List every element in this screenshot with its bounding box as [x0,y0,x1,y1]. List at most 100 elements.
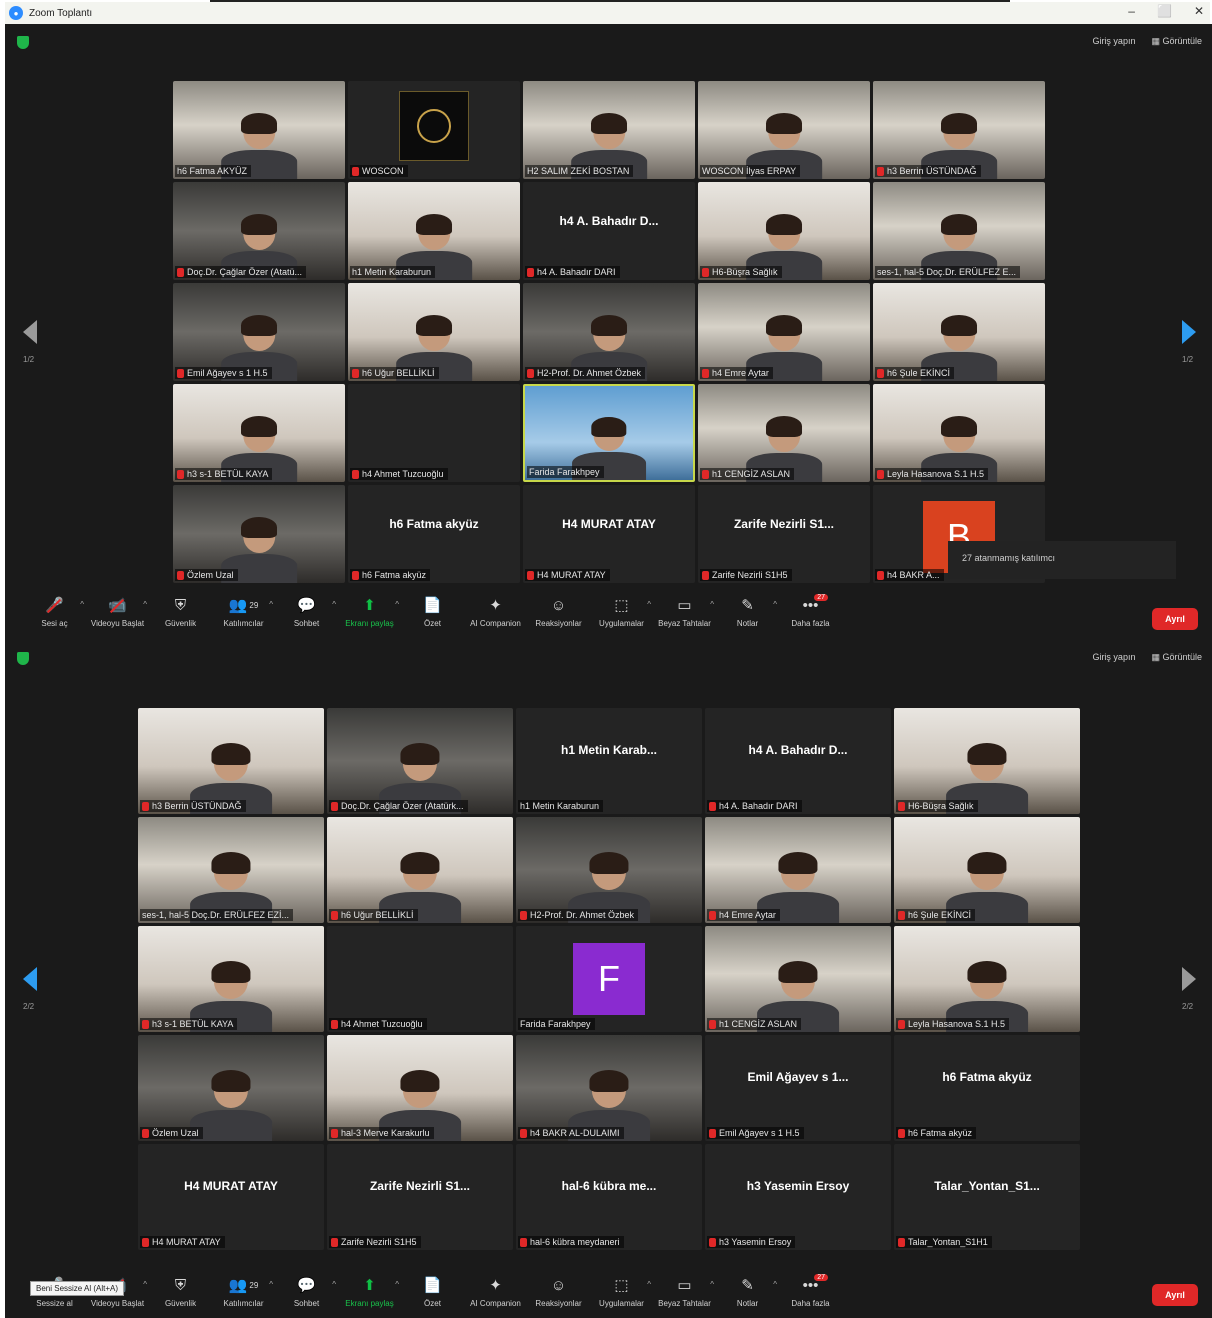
summary-button[interactable]: 📄 Özet [401,590,464,629]
participant-tile[interactable]: Zarife Nezirli S1... Zarife Nezirli S1H5 [698,485,870,583]
summary-button[interactable]: 📄 Özet [401,1270,464,1309]
caret-up-icon[interactable]: ^ [773,600,777,609]
leave-button[interactable]: Ayrıl [1152,608,1198,630]
video-button[interactable]: 📹Videoyu Başlat^ [86,590,149,629]
participant-tile[interactable]: H6-Büşra Sağlık [698,182,870,280]
security-button[interactable]: ⛨ Güvenlik [149,590,212,629]
participant-tile[interactable]: Özlem Uzal [138,1035,324,1141]
encryption-shield-icon[interactable] [17,652,29,665]
caret-up-icon[interactable]: ^ [80,600,84,609]
next-page-arrow-icon[interactable] [1182,320,1196,344]
maximize-button[interactable]: ⬜ [1157,4,1172,18]
next-page-arrow-icon[interactable] [1182,967,1196,991]
exit-fullscreen-button[interactable]: Giriş yapın [1092,652,1135,663]
share-button[interactable]: ⬆ Ekranı paylaş ^ [338,590,401,629]
participant-tile[interactable]: Emil Ağayev s 1... Emil Ağayev s 1 H.5 [705,1035,891,1141]
caret-up-icon[interactable]: ^ [269,600,273,609]
ai-button[interactable]: ✦ AI Companion [464,1270,527,1309]
whiteboard-button[interactable]: ▭ Beyaz Tahtalar ^ [653,590,716,629]
view-button[interactable]: ▦ Görüntüle [1151,652,1202,663]
caret-up-icon[interactable]: ^ [710,1280,714,1289]
participant-tile[interactable]: Emil Ağayev s 1 H.5 [173,283,345,381]
participant-tile[interactable]: h6 Fatma AKYÜZ [173,81,345,179]
participant-tile[interactable]: h6 Şule EKİNCİ [873,283,1045,381]
caret-up-icon[interactable]: ^ [332,1280,336,1289]
exit-fullscreen-button[interactable]: Giriş yapın [1092,36,1135,47]
participant-tile[interactable]: ses-1, hal-5 Doç.Dr. ERÜLFEZ E... [873,182,1045,280]
unassigned-participants-popup[interactable]: 27 atanmamış katılımcı [948,541,1176,579]
chat-button[interactable]: 💬 Sohbet ^ [275,1270,338,1309]
participant-tile[interactable]: F Farida Farakhpey [516,926,702,1032]
participant-tile[interactable]: h4 BAKR AL-DULAIMI [516,1035,702,1141]
participant-tile[interactable]: Farida Farakhpey [523,384,695,482]
participant-tile[interactable]: h3 Yasemin Ersoy h3 Yasemin Ersoy [705,1144,891,1250]
chat-button[interactable]: 💬 Sohbet ^ [275,590,338,629]
previous-page-arrow-icon[interactable] [23,320,37,344]
participant-tile[interactable]: h3 Berrin ÜSTÜNDAĞ [873,81,1045,179]
reactions-button[interactable]: ☺ Reaksiyonlar [527,1270,590,1309]
close-button[interactable]: ✕ [1194,4,1204,18]
participant-tile[interactable]: Leyla Hasanova S.1 H.5 [894,926,1080,1032]
caret-up-icon[interactable]: ^ [332,600,336,609]
participant-tile[interactable]: h4 Ahmet Tuzcuoğlu [327,926,513,1032]
caret-up-icon[interactable]: ^ [710,600,714,609]
participant-tile[interactable]: h1 Metin Karaburun [348,182,520,280]
participant-tile[interactable]: h3 Berrin ÜSTÜNDAĞ [138,708,324,814]
participants-button[interactable]: 👥 29 Katılımcılar ^ [212,1270,275,1309]
participant-tile[interactable]: Leyla Hasanova S.1 H.5 [873,384,1045,482]
participant-tile[interactable]: H6-Büşra Sağlık [894,708,1080,814]
participant-tile[interactable]: H4 MURAT ATAY H4 MURAT ATAY [138,1144,324,1250]
share-button[interactable]: ⬆ Ekranı paylaş ^ [338,1270,401,1309]
apps-button[interactable]: ⬚ Uygulamalar ^ [590,590,653,629]
participant-tile[interactable]: WOSCON İlyas ERPAY [698,81,870,179]
security-button[interactable]: ⛨ Güvenlik [149,1270,212,1309]
participant-tile[interactable]: h1 CENGİZ ASLAN [705,926,891,1032]
caret-up-icon[interactable]: ^ [395,600,399,609]
participants-button[interactable]: 👥 29 Katılımcılar ^ [212,590,275,629]
minimize-button[interactable]: – [1128,4,1135,18]
notes-button[interactable]: ✎ Notlar ^ [716,1270,779,1309]
participant-tile[interactable]: hal-3 Merve Karakurlu [327,1035,513,1141]
participant-tile[interactable]: Doç.Dr. Çağlar Özer (Atatürk... [327,708,513,814]
participant-tile[interactable]: h1 CENGİZ ASLAN [698,384,870,482]
leave-button[interactable]: Ayrıl [1152,1284,1198,1306]
participant-tile[interactable]: h6 Uğur BELLİKLİ [348,283,520,381]
participant-tile[interactable]: Özlem Uzal [173,485,345,583]
caret-up-icon[interactable]: ^ [647,1280,651,1289]
participant-tile[interactable]: h4 A. Bahadır D... h4 A. Bahadır DARI [705,708,891,814]
participant-tile[interactable]: h4 Emre Aytar [698,283,870,381]
apps-button[interactable]: ⬚ Uygulamalar ^ [590,1270,653,1309]
participant-tile[interactable]: hal-6 kübra me... hal-6 kübra meydaneri [516,1144,702,1250]
previous-page-arrow-icon[interactable] [23,967,37,991]
participant-tile[interactable]: Talar_Yontan_S1... Talar_Yontan_S1H1 [894,1144,1080,1250]
reactions-button[interactable]: ☺ Reaksiyonlar [527,590,590,629]
participant-tile[interactable]: H4 MURAT ATAY H4 MURAT ATAY [523,485,695,583]
caret-up-icon[interactable]: ^ [143,1280,147,1289]
participant-tile[interactable]: h4 Emre Aytar [705,817,891,923]
participant-tile[interactable]: h1 Metin Karab... h1 Metin Karaburun [516,708,702,814]
encryption-shield-icon[interactable] [17,36,29,49]
more-button[interactable]: ••• Daha fazla 27 [779,590,842,628]
mic-button[interactable]: 🎤Sesi aç^ [23,590,86,629]
participant-tile[interactable]: h6 Şule EKİNCİ [894,817,1080,923]
caret-up-icon[interactable]: ^ [773,1280,777,1289]
participant-tile[interactable]: WOSCON [348,81,520,179]
view-button[interactable]: ▦ Görüntüle [1151,36,1202,47]
participant-tile[interactable]: h6 Fatma akyüz h6 Fatma akyüz [348,485,520,583]
participant-tile[interactable]: h3 s-1 BETÜL KAYA [138,926,324,1032]
caret-up-icon[interactable]: ^ [647,600,651,609]
participant-tile[interactable]: H2-Prof. Dr. Ahmet Özbek [523,283,695,381]
caret-up-icon[interactable]: ^ [143,600,147,609]
participant-tile[interactable]: h6 Uğur BELLİKLİ [327,817,513,923]
whiteboard-button[interactable]: ▭ Beyaz Tahtalar ^ [653,1270,716,1309]
participant-tile[interactable]: H2-Prof. Dr. Ahmet Özbek [516,817,702,923]
notes-button[interactable]: ✎ Notlar ^ [716,590,779,629]
participant-tile[interactable]: h4 A. Bahadır D... h4 A. Bahadır DARI [523,182,695,280]
participant-tile[interactable]: Zarife Nezirli S1... Zarife Nezirli S1H5 [327,1144,513,1250]
participant-tile[interactable]: Doç.Dr. Çağlar Özer (Atatü... [173,182,345,280]
caret-up-icon[interactable]: ^ [269,1280,273,1289]
caret-up-icon[interactable]: ^ [395,1280,399,1289]
ai-button[interactable]: ✦ AI Companion [464,590,527,629]
participant-tile[interactable]: h3 s-1 BETÜL KAYA [173,384,345,482]
participant-tile[interactable]: H2 SALIM ZEKİ BOSTAN [523,81,695,179]
